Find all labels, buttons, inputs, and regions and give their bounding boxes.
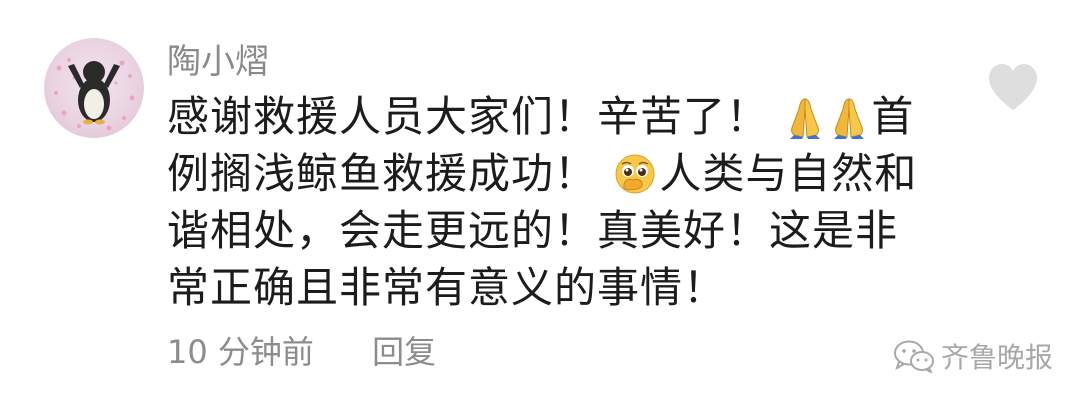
wechat-logo-icon [894,340,934,373]
comment-item: 陶小熠 感谢救援人员大家们！辛苦了！ 首例搁浅鲸鱼救援成功！ 人类与自然和谐相处… [0,0,1080,407]
heart-icon [989,64,1037,110]
watermark: 齐鲁晚报 [893,336,1053,376]
reply-button[interactable]: 回复 [372,333,436,371]
like-button[interactable] [986,62,1040,112]
watermark-label: 齐鲁晚报 [941,341,1054,374]
comment-text: 感谢救援人员大家们！辛苦了！ 首例搁浅鲸鱼救援成功！ 人类与自然和谐相处，会走更… [167,88,927,316]
comment-time: 10 分钟前 [167,333,314,371]
folded-hands-icon [785,95,825,139]
pleading-face-icon [613,152,657,196]
avatar[interactable] [44,38,144,138]
comment-text-part-1: 感谢救援人员大家们！辛苦了！ [167,92,770,141]
username[interactable]: 陶小熠 [167,38,269,86]
comment-meta: 10 分钟前 回复 [167,328,436,376]
folded-hands-icon [829,95,869,139]
